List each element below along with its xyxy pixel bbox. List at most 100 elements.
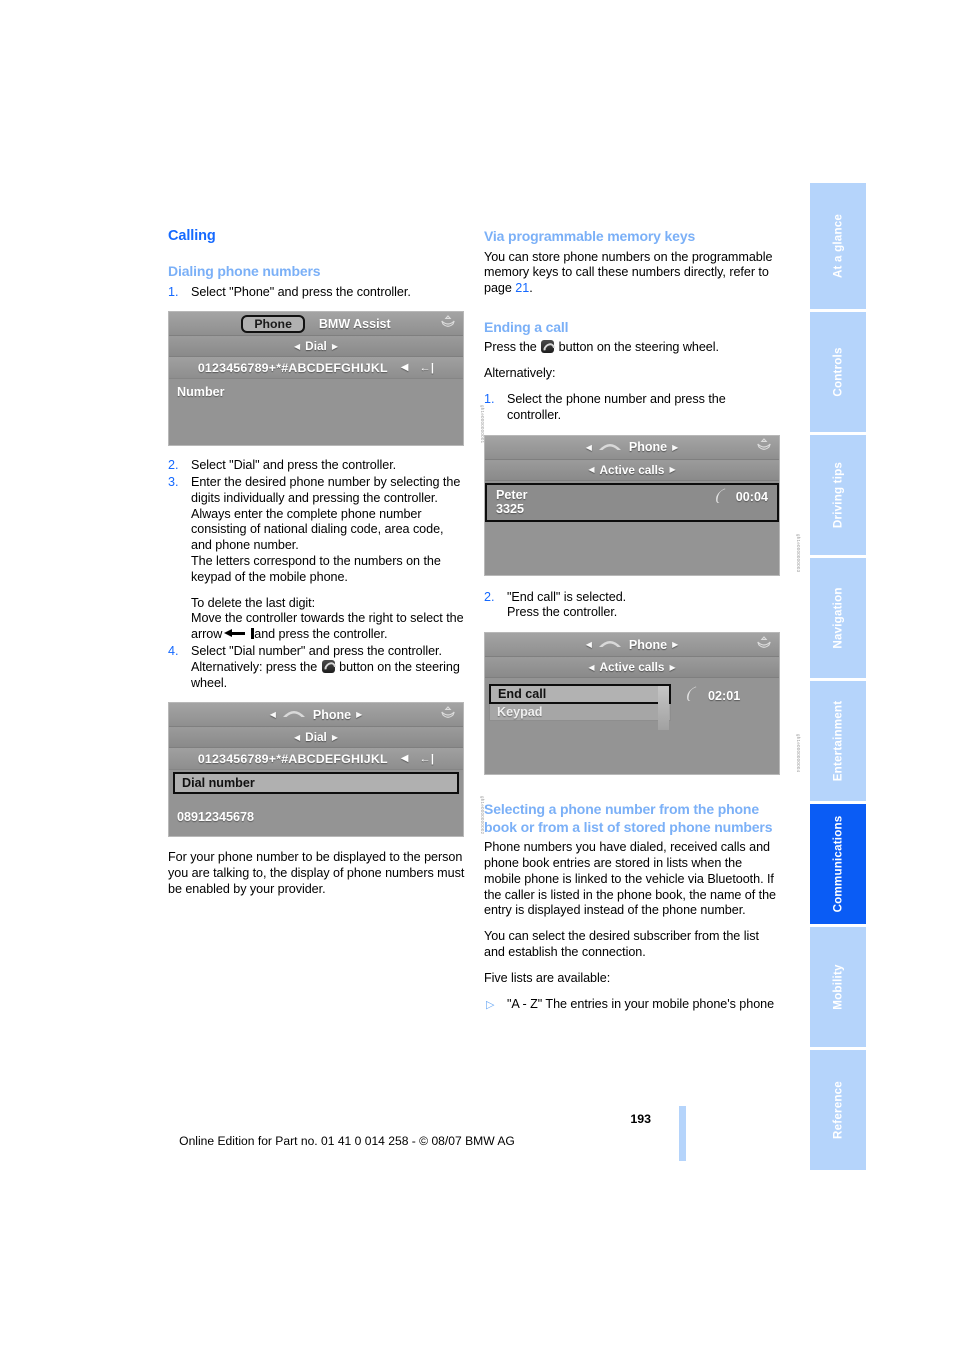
- screenshot-title: Phone: [628, 440, 668, 455]
- step-text: "End call" is selected.: [507, 589, 627, 604]
- step-text: Enter the desired phone number by select…: [191, 475, 461, 505]
- chevron-right-icon: ▶: [669, 662, 676, 672]
- controller-icon: [756, 438, 772, 457]
- tab-label: Entertainment: [831, 700, 845, 782]
- keypad-characters: 0123456789+*#ABCDEFGHIJKL: [197, 751, 388, 766]
- chevron-left-icon: ◀: [294, 732, 301, 742]
- chevron-left-icon: ◀: [585, 442, 592, 452]
- tab-at-a-glance[interactable]: At a glance: [810, 183, 866, 309]
- menu-label: Active calls: [599, 660, 665, 675]
- chevron-left-icon: ◀: [588, 465, 595, 475]
- page-title: Calling: [168, 228, 216, 244]
- steps-ending-call-2: 2. "End call" is selected. Press the con…: [484, 590, 782, 622]
- scrollbar: [658, 686, 669, 731]
- step-text: Select the phone number and press the co…: [507, 391, 726, 422]
- footer-note: Online Edition for Part no. 01 41 0 014 …: [179, 1134, 515, 1148]
- memory-keys-text-b: .: [529, 281, 533, 296]
- subheading-dialing-phone-numbers: Dialing phone numbers: [168, 263, 321, 279]
- backspace-icon: ←|: [419, 752, 435, 765]
- step-text-para2: Always enter the complete phone number c…: [191, 506, 444, 553]
- tab-reference[interactable]: Reference: [810, 1050, 866, 1170]
- step-number: 3.: [168, 475, 179, 490]
- phone-book-paragraph-2: You can select the desired subscriber fr…: [484, 929, 759, 959]
- tab-label: Controls: [831, 347, 845, 397]
- phone-book-paragraph-1: Phone numbers you have dialed, received …: [484, 840, 776, 918]
- page-reference-link[interactable]: 21: [515, 281, 529, 295]
- tab-controls[interactable]: Controls: [810, 312, 866, 432]
- tab-label: Navigation: [831, 587, 845, 649]
- menu-item-end-call: End call: [489, 684, 671, 705]
- tab-navigation[interactable]: Navigation: [810, 558, 866, 678]
- cursor-left-icon: ◀: [400, 753, 409, 765]
- step-alt-text: Alternatively: press the button on the s…: [191, 659, 466, 692]
- screenshot-titlebar: ◀ Phone ▶: [485, 633, 779, 658]
- lists-available: ▷ "A - Z" The entries in your mobile pho…: [484, 997, 782, 1013]
- tab-bmw-assist: BMW Assist: [318, 316, 391, 331]
- tab-driving-tips[interactable]: Driving tips: [810, 435, 866, 555]
- entry-dial-number: Dial number: [173, 772, 459, 795]
- list-item: ▷ "A - Z" The entries in your mobile pho…: [484, 997, 782, 1013]
- chevron-left-icon: ◀: [269, 710, 276, 720]
- screenshot-body: End call Keypad 02:01: [485, 678, 779, 775]
- step-number: 4.: [168, 644, 179, 659]
- screenshot-body: Number: [169, 379, 463, 446]
- screenshot-tabbar: Phone BMW Assist: [169, 312, 463, 337]
- phone-book-paragraph-3: Five lists are available:: [484, 970, 611, 985]
- chevron-right-icon: ▶: [669, 465, 676, 475]
- tab-label: Communications: [831, 815, 845, 913]
- chevron-right-icon: ▶: [356, 710, 363, 720]
- alternatively-label: Alternatively:: [484, 366, 556, 381]
- step-number: 1.: [484, 391, 495, 406]
- step-text-para4: To delete the last digit:: [191, 595, 316, 610]
- alt-text-a: Alternatively: press the: [191, 659, 318, 674]
- menu-label: Dial: [305, 339, 327, 354]
- entry-phone-number: 08912345678: [177, 810, 255, 825]
- step-text-para5: Move the controller towards the right to…: [191, 611, 466, 643]
- steps-dialing-continued: 2. Select "Dial" and press the controlle…: [168, 458, 466, 691]
- list-description: The entries in your mobile phone's phone: [545, 996, 775, 1011]
- figure-caption: gh1e0000000003: [796, 534, 801, 573]
- press-text-a: Press the: [484, 340, 537, 355]
- entry-number: Number: [177, 385, 225, 400]
- chevron-left-icon: ◀: [585, 640, 592, 650]
- handset-small-icon: [714, 488, 729, 507]
- screenshot-title: Phone: [628, 637, 668, 652]
- left-column: Calling Dialing phone numbers 1. Select …: [168, 228, 485, 898]
- tab-mobility[interactable]: Mobility: [810, 927, 866, 1047]
- chevron-left-icon: ◀: [588, 662, 595, 672]
- memory-keys-paragraph: You can store phone numbers on the progr…: [484, 250, 782, 297]
- menu-label: Dial: [305, 730, 327, 745]
- step-text: Select "Dial number" and press the contr…: [191, 644, 442, 659]
- tab-communications[interactable]: Communications: [810, 804, 866, 924]
- controller-icon: [440, 705, 456, 724]
- menu-label: Active calls: [599, 462, 665, 477]
- screenshot-title: Phone: [312, 707, 352, 722]
- tab-label: Reference: [831, 1081, 845, 1139]
- navi-screenshot-active-call: ◀ Phone ▶ ◀ Active calls ▶ Peter 3325 00…: [484, 434, 801, 576]
- chevron-right-icon: ▶: [331, 341, 338, 351]
- subheading-memory-keys: Via programmable memory keys: [484, 228, 696, 244]
- list-item: 1. Select "Phone" and press the controll…: [168, 285, 466, 301]
- screenshot-menu-dial: ◀ Dial ▶: [169, 336, 463, 358]
- page-number: 193: [630, 1112, 651, 1126]
- keypad-icons: ◀ ←|: [401, 362, 434, 374]
- screenshot-keypad-row: 0123456789+*#ABCDEFGHIJKL ◀ ←|: [169, 357, 463, 380]
- handset-icon: [597, 637, 623, 652]
- manual-page: Calling Dialing phone numbers 1. Select …: [0, 0, 954, 1350]
- caller-info: Peter 3325: [496, 488, 528, 516]
- figure-caption: gh1e0000000004: [796, 733, 801, 773]
- tab-label: At a glance: [831, 213, 845, 279]
- step-text: Select "Phone" and press the controller.: [191, 284, 411, 299]
- call-duration: 02:01: [708, 688, 741, 703]
- screenshot-titlebar: ◀ Phone ▶: [169, 703, 463, 728]
- keypad-characters: 0123456789+*#ABCDEFGHIJKL: [197, 360, 388, 375]
- chevron-right-icon: ▶: [331, 732, 338, 742]
- list-item: 1. Select the phone number and press the…: [484, 392, 782, 424]
- tab-entertainment[interactable]: Entertainment: [810, 681, 866, 801]
- handset-small-icon: [685, 686, 700, 705]
- steps-dialing: 1. Select "Phone" and press the controll…: [168, 285, 466, 301]
- step-text: Select "Dial" and press the controller.: [191, 458, 397, 473]
- call-timer: 02:01: [685, 686, 740, 705]
- screenshot-menu-dial: ◀ Dial ▶: [169, 727, 463, 749]
- subheading-ending-a-call: Ending a call: [484, 318, 569, 335]
